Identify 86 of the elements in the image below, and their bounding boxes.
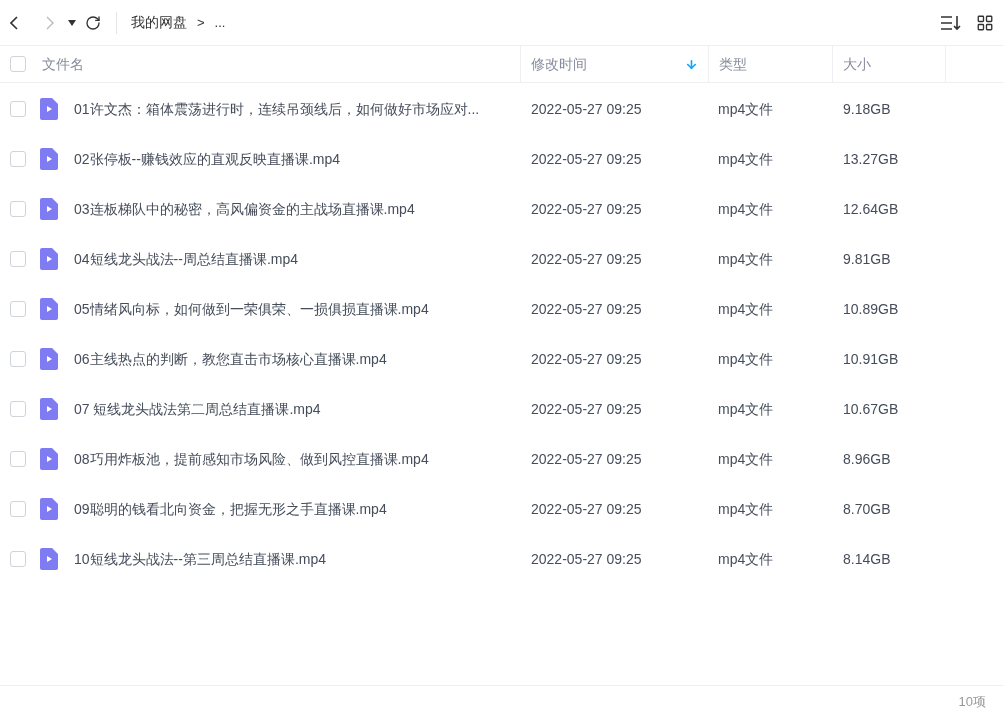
- breadcrumb-ellipsis[interactable]: ...: [214, 12, 226, 33]
- file-name[interactable]: 06主线热点的判断，教您直击市场核心直播课.mp4: [74, 348, 387, 370]
- file-row[interactable]: 08巧用炸板池，提前感知市场风险、做到风控直播课.mp4 2022-05-27 09:25 mp4文件 8.96GB: [0, 434, 1004, 484]
- sort-icon[interactable]: [940, 13, 962, 32]
- file-name[interactable]: 10短线龙头战法--第三周总结直播课.mp4: [74, 548, 327, 570]
- file-row[interactable]: 07 短线龙头战法第二周总结直播课.mp4 2022-05-27 09:25 mp4文件 10.67GB: [0, 384, 1004, 434]
- file-type: mp4文件: [717, 499, 775, 519]
- modified-time: 2022-05-27 09:25: [530, 99, 643, 119]
- video-file-icon: [40, 198, 58, 220]
- file-size: 10.89GB: [842, 299, 900, 319]
- file-size: 10.91GB: [842, 349, 900, 369]
- video-file-icon: [40, 448, 58, 470]
- grid-view-icon[interactable]: [976, 13, 994, 32]
- video-file-icon: [40, 348, 58, 370]
- refresh-button[interactable]: [84, 13, 102, 32]
- file-type: mp4文件: [717, 149, 775, 169]
- column-header[interactable]: 类型: [708, 46, 832, 82]
- video-file-icon: [40, 98, 58, 120]
- file-row[interactable]: 05情绪风向标，如何做到一荣俱荣、一损俱损直播课.mp4 2022-05-27 09:25 mp4文件 10.89GB: [0, 284, 1004, 334]
- file-row[interactable]: 01许文杰：箱体震荡进行时，连续吊颈线后，如何做好市场应对... 2022-05-27 09:25 mp4文件 9.18GB: [0, 84, 1004, 134]
- checkbox[interactable]: [10, 151, 26, 167]
- item-count: 10项: [958, 693, 986, 712]
- file-type: mp4文件: [717, 549, 775, 569]
- video-file-icon: [40, 498, 58, 520]
- dropdown-caret-icon[interactable]: [68, 19, 76, 26]
- file-type: mp4文件: [717, 249, 775, 269]
- modified-time: 2022-05-27 09:25: [530, 449, 643, 469]
- checkbox[interactable]: [10, 201, 26, 217]
- checkbox[interactable]: [10, 551, 26, 567]
- file-name[interactable]: 01许文杰：箱体震荡进行时，连续吊颈线后，如何做好市场应对...: [74, 98, 480, 120]
- file-size: 9.81GB: [842, 249, 892, 269]
- modified-time: 2022-05-27 09:25: [530, 549, 643, 569]
- back-icon[interactable]: [10, 15, 18, 30]
- checkbox[interactable]: [10, 451, 26, 467]
- checkbox[interactable]: [10, 501, 26, 517]
- file-size: 10.67GB: [842, 399, 900, 419]
- breadcrumb-link[interactable]: 我的网盘: [131, 12, 187, 33]
- file-size: 12.64GB: [842, 199, 900, 219]
- file-row[interactable]: 10短线龙头战法--第三周总结直播课.mp4 2022-05-27 09:25 mp4文件 8.14GB: [0, 534, 1004, 584]
- file-row[interactable]: 03连板梯队中的秘密，高风偏资金的主战场直播课.mp4 2022-05-27 09:25 mp4文件 12.64GB: [0, 184, 1004, 234]
- video-file-icon: [40, 398, 58, 420]
- file-size: 8.70GB: [842, 499, 892, 519]
- file-row[interactable]: 02张停板--赚钱效应的直观反映直播课.mp4 2022-05-27 09:25 mp4文件 13.27GB: [0, 134, 1004, 184]
- file-name[interactable]: 03连板梯队中的秘密，高风偏资金的主战场直播课.mp4: [74, 198, 415, 220]
- modified-time: 2022-05-27 09:25: [530, 149, 643, 169]
- sort-arrow-icon: [685, 57, 698, 71]
- modified-time: 2022-05-27 09:25: [530, 249, 643, 269]
- file-type: mp4文件: [717, 99, 775, 119]
- video-file-icon: [40, 248, 58, 270]
- file-name[interactable]: 04短线龙头战法--周总结直播课.mp4: [74, 248, 299, 270]
- checkbox[interactable]: [10, 401, 26, 417]
- file-row[interactable]: 09聪明的钱看北向资金，把握无形之手直播课.mp4 2022-05-27 09:25 mp4文件 8.70GB: [0, 484, 1004, 534]
- file-size: 9.18GB: [842, 99, 892, 119]
- file-row[interactable]: 06主线热点的判断，教您直击市场核心直播课.mp4 2022-05-27 09:25 mp4文件 10.91GB: [0, 334, 1004, 384]
- file-name[interactable]: 07 短线龙头战法第二周总结直播课.mp4: [74, 398, 321, 420]
- file-name[interactable]: 08巧用炸板池，提前感知市场风险、做到风控直播课.mp4: [74, 448, 429, 470]
- file-type: mp4文件: [717, 299, 775, 319]
- modified-time: 2022-05-27 09:25: [530, 299, 643, 319]
- checkbox[interactable]: [10, 101, 26, 117]
- file-name[interactable]: 02张停板--赚钱效应的直观反映直播课.mp4: [74, 148, 341, 170]
- video-file-icon: [40, 548, 58, 570]
- modified-time: 2022-05-27 09:25: [530, 499, 643, 519]
- checkbox[interactable]: [10, 251, 26, 267]
- column-header[interactable]: 修改时间: [520, 46, 708, 82]
- checkbox[interactable]: [10, 351, 26, 367]
- file-size: 8.14GB: [842, 549, 892, 569]
- video-file-icon: [40, 148, 58, 170]
- column-header[interactable]: 大小: [832, 46, 945, 82]
- forward-icon[interactable]: [46, 15, 54, 30]
- file-size: 13.27GB: [842, 149, 900, 169]
- video-file-icon: [40, 298, 58, 320]
- file-row[interactable]: 04短线龙头战法--周总结直播课.mp4 2022-05-27 09:25 mp4文件 9.81GB: [0, 234, 1004, 284]
- file-name[interactable]: 05情绪风向标，如何做到一荣俱荣、一损俱损直播课.mp4: [74, 298, 429, 320]
- checkbox[interactable]: [10, 301, 26, 317]
- file-type: mp4文件: [717, 349, 775, 369]
- modified-time: 2022-05-27 09:25: [530, 349, 643, 369]
- file-type: mp4文件: [717, 449, 775, 469]
- modified-time: 2022-05-27 09:25: [530, 199, 643, 219]
- breadcrumb-separator: >: [197, 13, 205, 32]
- file-size: 8.96GB: [842, 449, 892, 469]
- modified-time: 2022-05-27 09:25: [530, 399, 643, 419]
- file-name[interactable]: 09聪明的钱看北向资金，把握无形之手直播课.mp4: [74, 498, 387, 520]
- file-type: mp4文件: [717, 399, 775, 419]
- column-header[interactable]: 文件名: [36, 46, 520, 82]
- checkbox[interactable]: [10, 56, 26, 72]
- file-type: mp4文件: [717, 199, 775, 219]
